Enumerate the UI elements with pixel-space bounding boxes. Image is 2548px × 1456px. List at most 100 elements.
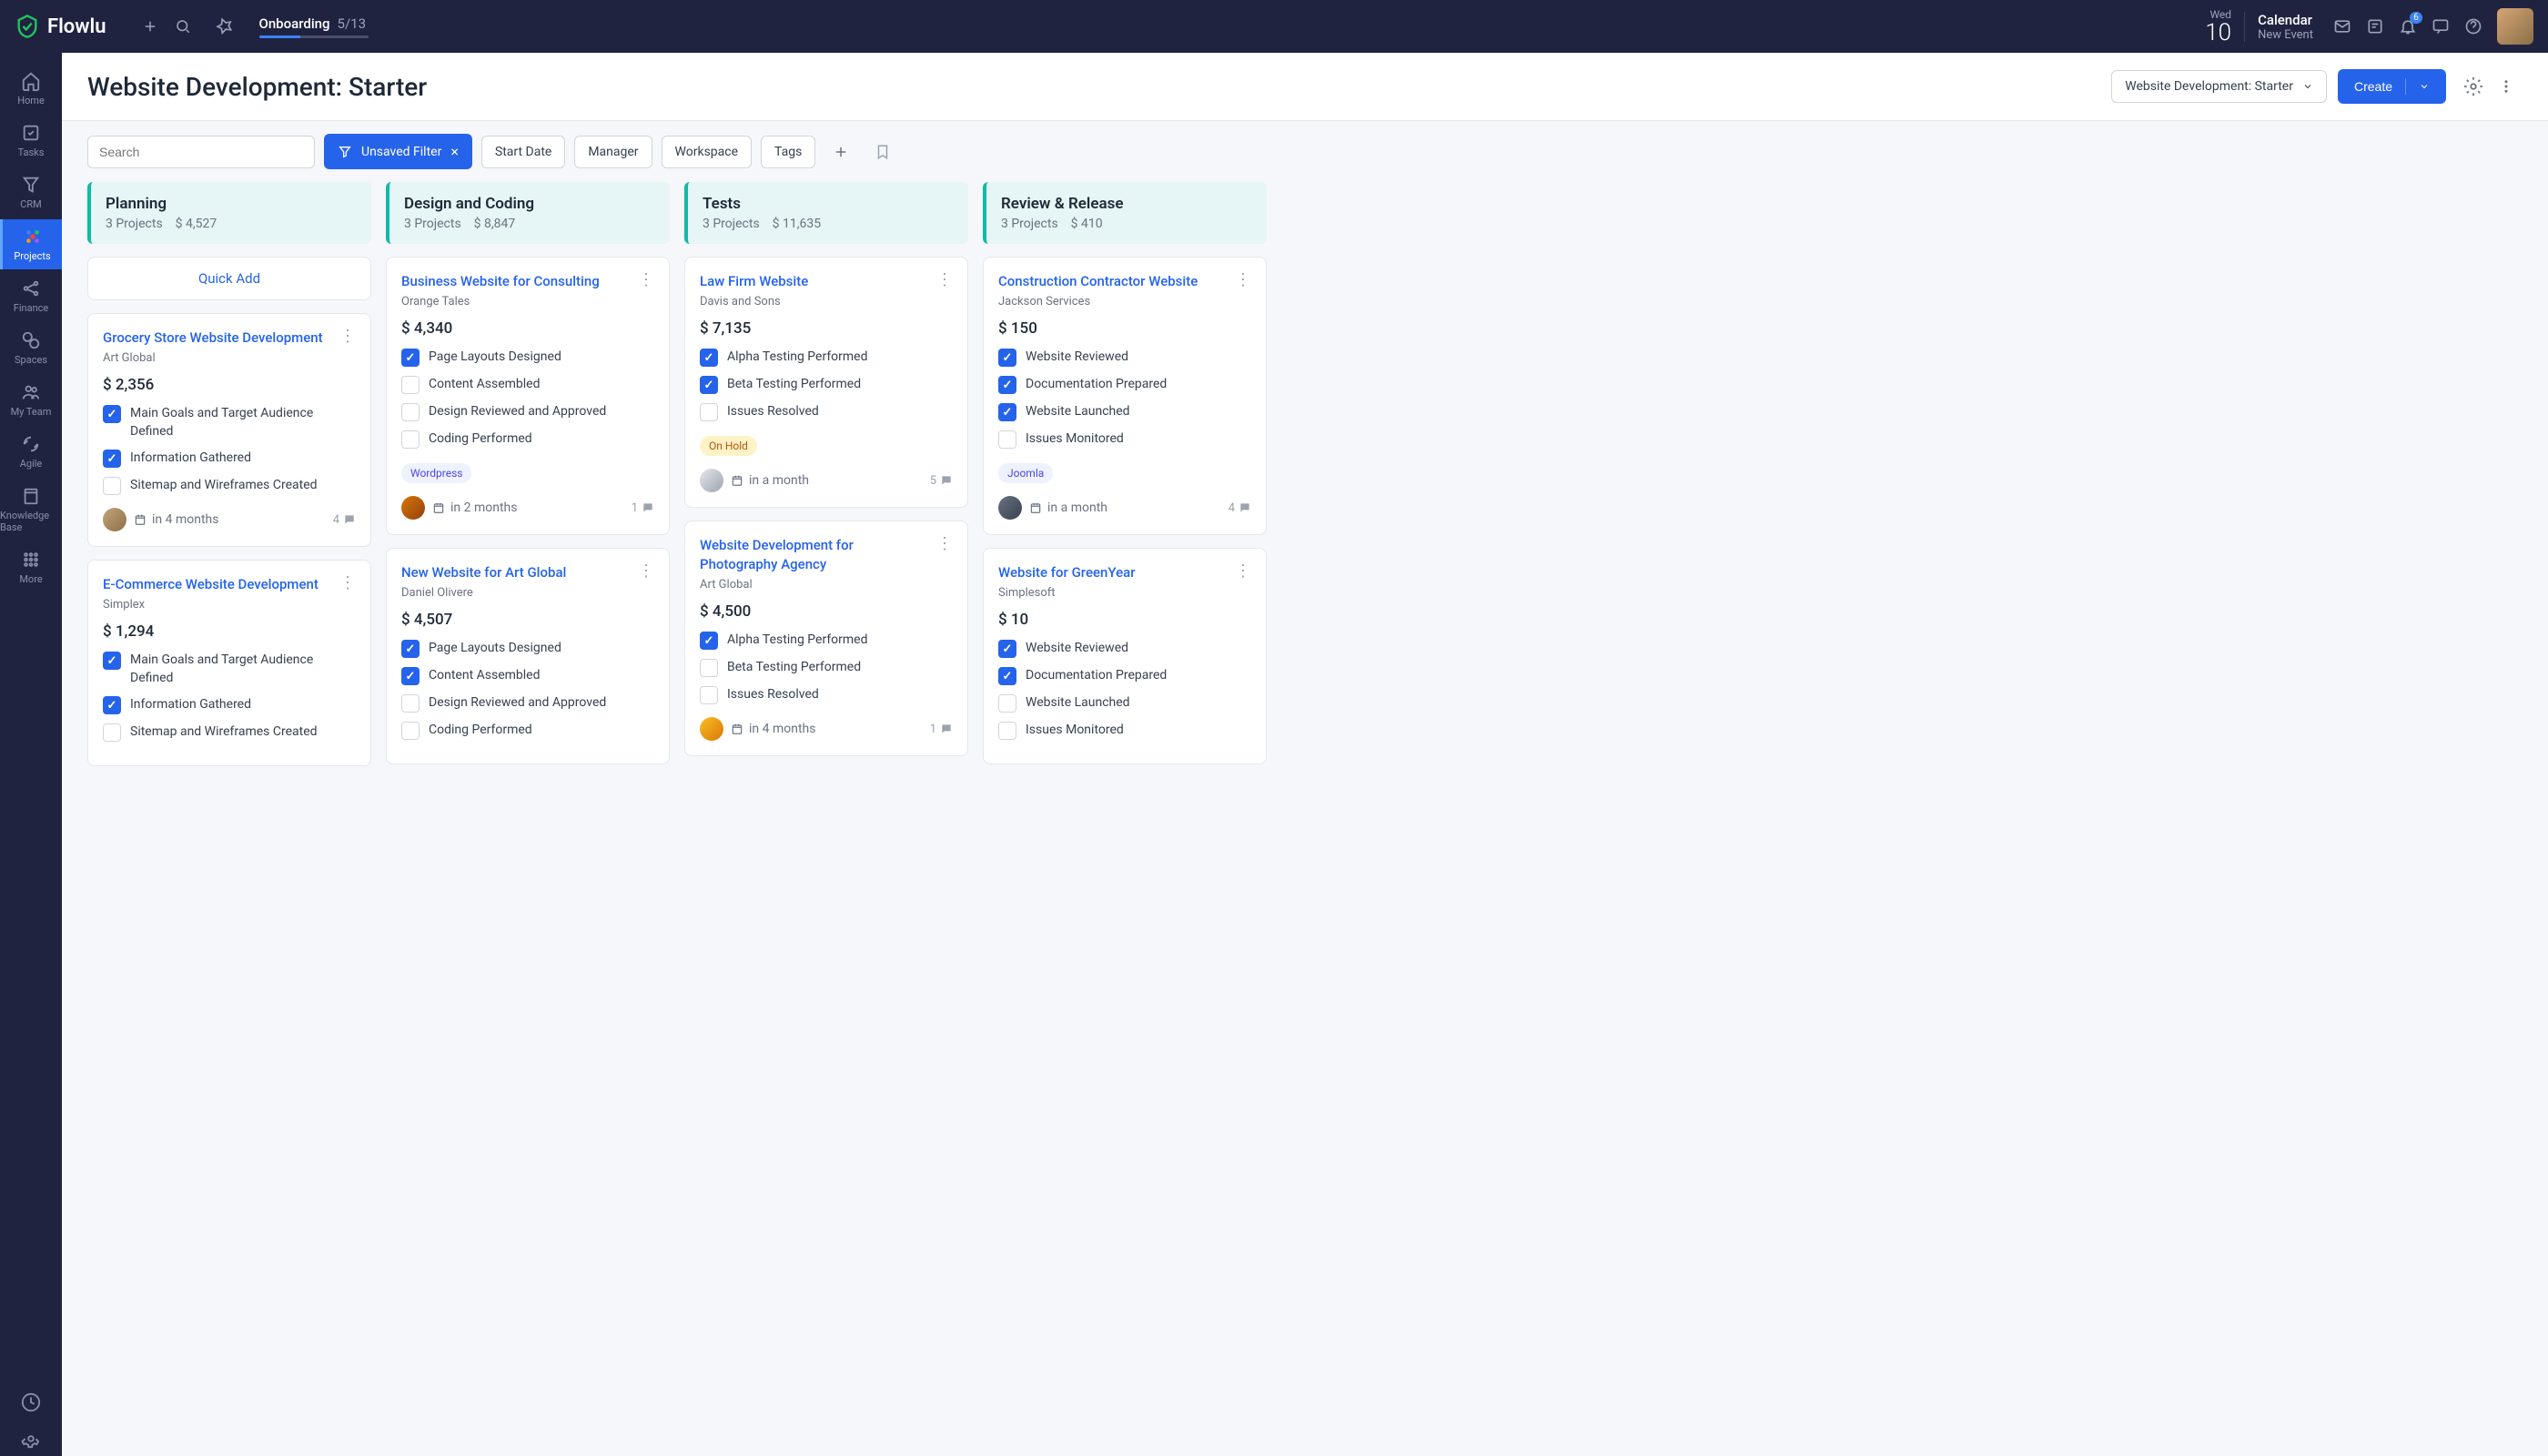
comment-count[interactable]: 4 — [333, 513, 356, 527]
card-title[interactable]: Business Website for Consulting — [401, 272, 600, 291]
bookmark-button[interactable] — [866, 136, 899, 168]
checklist-item[interactable]: Website Reviewed — [998, 640, 1251, 658]
checklist-item[interactable]: Design Reviewed and Approved — [401, 403, 654, 421]
project-card[interactable]: Grocery Store Website Development ⋮ Art … — [87, 313, 371, 547]
checklist-item[interactable]: Issues Monitored — [998, 722, 1251, 740]
checkbox[interactable] — [998, 722, 1016, 740]
card-menu-button[interactable]: ⋮ — [339, 329, 356, 345]
date-widget[interactable]: Wed 10 — [2205, 8, 2231, 45]
assignee-avatar[interactable] — [700, 469, 723, 492]
checkbox[interactable] — [401, 403, 420, 421]
checklist-item[interactable]: Coding Performed — [401, 722, 654, 740]
checklist-item[interactable]: Issues Monitored — [998, 430, 1251, 449]
checkbox[interactable] — [401, 667, 420, 685]
checkbox[interactable] — [998, 694, 1016, 713]
checklist-item[interactable]: Page Layouts Designed — [401, 349, 654, 367]
close-icon[interactable]: × — [450, 143, 459, 160]
filter-chip-manager[interactable]: Manager — [574, 136, 652, 168]
card-menu-button[interactable]: ⋮ — [1235, 563, 1251, 580]
checkbox[interactable] — [103, 477, 121, 495]
notes-button[interactable] — [2359, 10, 2391, 43]
card-title[interactable]: E-Commerce Website Development — [103, 575, 318, 594]
card-title[interactable]: Construction Contractor Website — [998, 272, 1198, 291]
checkbox[interactable] — [401, 640, 420, 658]
sidebar-item-spaces[interactable]: Spaces — [0, 323, 62, 373]
checklist-item[interactable]: Sitemap and Wireframes Created — [103, 723, 356, 742]
checklist-item[interactable]: Information Gathered — [103, 450, 356, 468]
checkbox[interactable] — [401, 722, 420, 740]
comment-count[interactable]: 1 — [930, 723, 953, 736]
add-filter-button[interactable] — [824, 136, 857, 168]
sidebar-item-projects[interactable]: Projects — [0, 219, 62, 269]
chat-button[interactable] — [2424, 10, 2457, 43]
checkbox[interactable] — [998, 403, 1016, 421]
sidebar-item-crm[interactable]: CRM — [0, 167, 62, 217]
checklist-item[interactable]: Page Layouts Designed — [401, 640, 654, 658]
onboarding-widget[interactable]: Onboarding 5/13 — [259, 15, 369, 38]
checklist-item[interactable]: Beta Testing Performed — [700, 659, 953, 677]
checkbox[interactable] — [700, 349, 718, 367]
checkbox[interactable] — [401, 376, 420, 394]
checkbox[interactable] — [998, 349, 1016, 367]
checklist-item[interactable]: Documentation Prepared — [998, 376, 1251, 394]
checklist-item[interactable]: Coding Performed — [401, 430, 654, 449]
checkbox[interactable] — [700, 376, 718, 394]
checkbox[interactable] — [700, 632, 718, 650]
checklist-item[interactable]: Alpha Testing Performed — [700, 349, 953, 367]
workflow-selector[interactable]: Website Development: Starter — [2111, 70, 2327, 103]
assignee-avatar[interactable] — [103, 508, 126, 531]
card-title[interactable]: Website Development for Photography Agen… — [700, 536, 929, 574]
user-avatar[interactable] — [2497, 8, 2533, 45]
checklist-item[interactable]: Beta Testing Performed — [700, 376, 953, 394]
project-card[interactable]: Website Development for Photography Agen… — [684, 521, 968, 756]
sidebar-item-tasks[interactable]: Tasks — [0, 116, 62, 166]
assignee-avatar[interactable] — [700, 717, 723, 741]
more-button[interactable] — [2490, 70, 2523, 103]
sidebar-settings[interactable] — [0, 1421, 62, 1456]
checklist-item[interactable]: Alpha Testing Performed — [700, 632, 953, 650]
checklist-item[interactable]: Issues Resolved — [700, 403, 953, 421]
project-card[interactable]: E-Commerce Website Development ⋮ Simplex… — [87, 560, 371, 766]
filter-chip-start-date[interactable]: Start Date — [481, 136, 565, 168]
card-menu-button[interactable]: ⋮ — [638, 563, 654, 580]
comment-count[interactable]: 4 — [1228, 501, 1251, 515]
checkbox[interactable] — [998, 430, 1016, 449]
unsaved-filter-chip[interactable]: Unsaved Filter × — [324, 134, 472, 169]
checklist-item[interactable]: Main Goals and Target Audience Defined — [103, 405, 356, 440]
comment-count[interactable]: 5 — [930, 474, 953, 488]
sidebar-item-my-team[interactable]: My Team — [0, 375, 62, 425]
card-title[interactable]: Grocery Store Website Development — [103, 329, 323, 348]
sidebar-item-home[interactable]: Home — [0, 64, 62, 114]
card-menu-button[interactable]: ⋮ — [936, 536, 953, 552]
help-button[interactable] — [2457, 10, 2490, 43]
checkbox[interactable] — [103, 652, 121, 670]
project-card[interactable]: Business Website for Consulting ⋮ Orange… — [386, 257, 670, 535]
sidebar-item-agile[interactable]: Agile — [0, 427, 62, 477]
project-card[interactable]: Website for GreenYear ⋮ Simplesoft $ 10 … — [983, 548, 1267, 764]
checklist-item[interactable]: Website Launched — [998, 403, 1251, 421]
checklist-item[interactable]: Website Reviewed — [998, 349, 1251, 367]
card-title[interactable]: Website for GreenYear — [998, 563, 1136, 582]
checklist-item[interactable]: Information Gathered — [103, 696, 356, 714]
checkbox[interactable] — [998, 376, 1016, 394]
calendar-widget[interactable]: Calendar New Event — [2244, 12, 2313, 42]
checkbox[interactable] — [103, 723, 121, 742]
checkbox[interactable] — [103, 696, 121, 714]
checkbox[interactable] — [103, 450, 121, 468]
quick-add-button[interactable]: Quick Add — [87, 257, 371, 300]
project-card[interactable]: Law Firm Website ⋮ Davis and Sons $ 7,13… — [684, 257, 968, 508]
settings-button[interactable] — [2457, 70, 2490, 103]
checkbox[interactable] — [401, 694, 420, 713]
card-menu-button[interactable]: ⋮ — [936, 272, 953, 288]
comment-count[interactable]: 1 — [632, 501, 654, 515]
checkbox[interactable] — [998, 640, 1016, 658]
checkbox[interactable] — [700, 403, 718, 421]
assignee-avatar[interactable] — [401, 496, 425, 520]
add-button[interactable] — [134, 10, 167, 43]
checkbox[interactable] — [700, 686, 718, 704]
card-title[interactable]: Law Firm Website — [700, 272, 808, 291]
checkbox[interactable] — [103, 405, 121, 423]
create-button[interactable]: Create — [2338, 69, 2446, 104]
search-button[interactable] — [167, 10, 199, 43]
filter-chip-tags[interactable]: Tags — [761, 136, 815, 168]
